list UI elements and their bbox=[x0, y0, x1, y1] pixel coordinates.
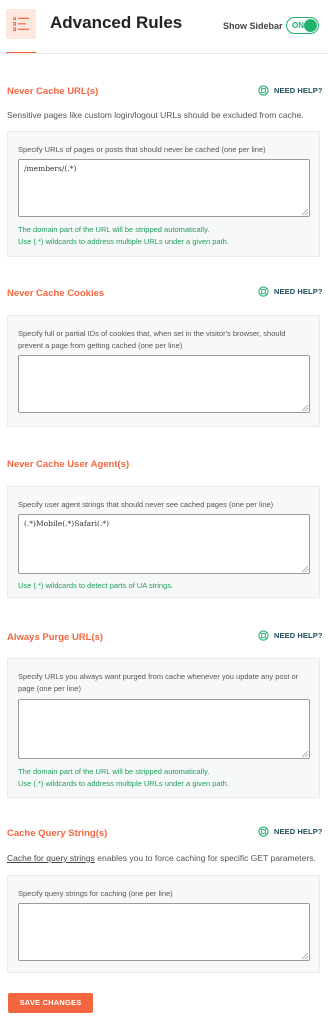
never-cache-user-agents-field-label: Specify user agent strings that should n… bbox=[18, 500, 274, 509]
never-cache-cookies-title: Never Cache Cookies bbox=[7, 288, 105, 299]
resize-grip-icon[interactable] bbox=[302, 751, 308, 757]
lifebuoy-icon bbox=[258, 630, 269, 641]
lifebuoy-icon bbox=[258, 826, 269, 837]
save-changes-button[interactable]: SAVE CHANGES bbox=[8, 993, 93, 1013]
resize-grip-icon[interactable] bbox=[302, 953, 308, 959]
never-cache-cookies-textarea[interactable] bbox=[18, 355, 310, 413]
resize-grip-icon[interactable] bbox=[302, 566, 308, 572]
never-cache-user-agents-note: Use (.*) wildcards to detect parts of UA… bbox=[18, 581, 174, 590]
never-cache-urls-title: Never Cache URL(s) bbox=[7, 86, 99, 97]
never-cache-user-agents-title: Never Cache User Agent(s) bbox=[7, 459, 130, 470]
help-label: NEED HELP? bbox=[274, 287, 323, 296]
toggle-state-label: ON bbox=[292, 21, 304, 30]
always-purge-urls-textarea[interactable] bbox=[18, 699, 310, 759]
cache-query-strings-panel: Specify query strings for caching (one p… bbox=[7, 875, 320, 973]
never-cache-urls-note-1: The domain part of the URL will be strip… bbox=[18, 225, 210, 234]
always-purge-urls-note-1: The domain part of the URL will be strip… bbox=[18, 767, 210, 776]
help-label: NEED HELP? bbox=[274, 86, 323, 95]
help-label: NEED HELP? bbox=[274, 827, 323, 836]
never-cache-user-agents-value: (.*)Mobile(.*)Safari(.*) bbox=[24, 519, 110, 528]
resize-grip-icon[interactable] bbox=[302, 405, 308, 411]
never-cache-user-agents-textarea[interactable]: (.*)Mobile(.*)Safari(.*) bbox=[18, 514, 310, 574]
never-cache-urls-field-label: Specify URLs of pages or posts that shou… bbox=[18, 145, 266, 154]
toggle-knob bbox=[304, 19, 317, 32]
resize-grip-icon[interactable] bbox=[302, 209, 308, 215]
never-cache-urls-description: Sensitive pages like custom login/logout… bbox=[7, 110, 304, 120]
page-title: Advanced Rules bbox=[50, 13, 183, 32]
lifebuoy-icon bbox=[258, 85, 269, 96]
cache-query-strings-doc-link[interactable]: Cache for query strings bbox=[7, 853, 95, 863]
show-sidebar-label: Show Sidebar bbox=[223, 21, 283, 31]
never-cache-urls-panel: Specify URLs of pages or posts that shou… bbox=[7, 131, 320, 257]
help-label: NEED HELP? bbox=[274, 631, 323, 640]
never-cache-cookies-field-label: Specify full or partial IDs of cookies t… bbox=[18, 329, 286, 350]
never-cache-urls-note-2: Use (.*) wildcards to address multiple U… bbox=[18, 237, 229, 246]
cache-query-strings-field-label: Specify query strings for caching (one p… bbox=[18, 889, 173, 898]
always-purge-urls-note-2: Use (.*) wildcards to address multiple U… bbox=[18, 779, 229, 788]
never-cache-urls-textarea[interactable]: /members/(.*) bbox=[18, 159, 310, 217]
cache-query-strings-title: Cache Query String(s) bbox=[7, 828, 108, 839]
list-rules-icon bbox=[6, 9, 36, 39]
always-purge-urls-field-label: Specify URLs you always want purged from… bbox=[18, 672, 299, 693]
never-cache-cookies-panel: Specify full or partial IDs of cookies t… bbox=[7, 315, 320, 427]
always-purge-urls-panel: Specify URLs you always want purged from… bbox=[7, 658, 320, 798]
never-cache-urls-value: /members/(.*) bbox=[24, 164, 77, 173]
lifebuoy-icon bbox=[258, 286, 269, 297]
never-cache-user-agents-panel: Specify user agent strings that should n… bbox=[7, 486, 320, 598]
header-divider bbox=[0, 53, 328, 54]
page-header: Advanced Rules Show Sidebar ON bbox=[0, 0, 328, 54]
cache-query-strings-description-text: enables you to force caching for specifi… bbox=[94, 853, 316, 863]
show-sidebar-toggle[interactable]: ON bbox=[286, 17, 319, 34]
cache-query-strings-description: Cache for query strings enables you to f… bbox=[7, 853, 316, 863]
always-purge-urls-title: Always Purge URL(s) bbox=[7, 632, 104, 643]
cache-query-strings-textarea[interactable] bbox=[18, 903, 310, 961]
